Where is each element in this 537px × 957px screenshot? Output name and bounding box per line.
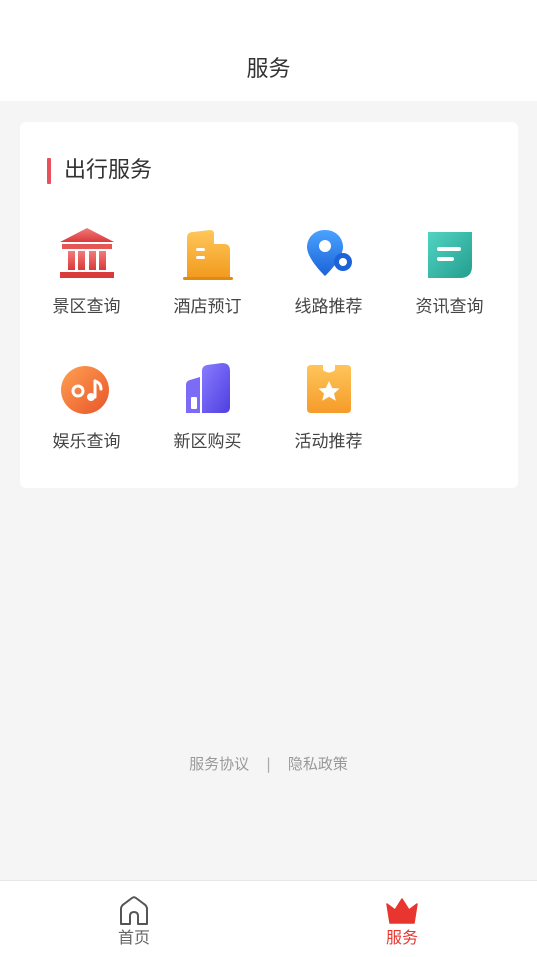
route-pin-icon [306,230,352,276]
service-entertainment-search[interactable]: 娱乐查询 [26,361,147,461]
footer-separator: | [265,755,272,773]
service-scenic-search[interactable]: 景区查询 [26,226,147,326]
page-title: 服务 [246,57,291,82]
service-district-purchase[interactable]: 新区购买 [147,361,268,461]
privacy-link[interactable]: 隐私政策 [288,753,348,775]
tab-service[interactable]: 服务 [268,881,536,957]
service-label: 酒店预订 [173,297,242,317]
tab-home[interactable]: 首页 [0,881,268,957]
service-label: 资讯查询 [415,297,484,317]
service-label: 景区查询 [52,297,121,317]
news-doc-icon [427,232,472,278]
service-label: 娱乐查询 [52,432,121,452]
top-header: 服务 [0,0,537,101]
crown-icon [386,898,418,924]
section-title: 出行服务 [64,158,153,183]
footer-links: 服务协议 | 隐私政策 [0,753,537,775]
service-route-recommend[interactable]: 线路推荐 [268,226,389,326]
music-disc-icon [60,366,109,414]
service-label: 活动推荐 [294,432,363,452]
service-news-search[interactable]: 资讯查询 [389,226,510,326]
terms-link[interactable]: 服务协议 [189,753,249,775]
hotel-building-icon [182,230,233,280]
museum-icon [59,228,114,278]
star-ticket-icon [306,365,351,413]
buildings-icon [185,363,230,413]
bottom-tab-bar: 首页 服务 [0,880,537,957]
tab-label: 服务 [385,928,418,947]
service-activity-recommend[interactable]: 活动推荐 [268,361,389,461]
tab-label: 首页 [117,928,150,947]
service-hotel-booking[interactable]: 酒店预订 [147,226,268,326]
travel-services-card: 出行服务 景区查询 酒店预订 线路推荐 资讯查询 娱乐查询 新区购买 活动推荐 [20,122,518,488]
section-accent-bar [47,158,51,184]
service-label: 线路推荐 [294,297,363,317]
home-icon [120,896,148,925]
service-label: 新区购买 [173,432,242,452]
